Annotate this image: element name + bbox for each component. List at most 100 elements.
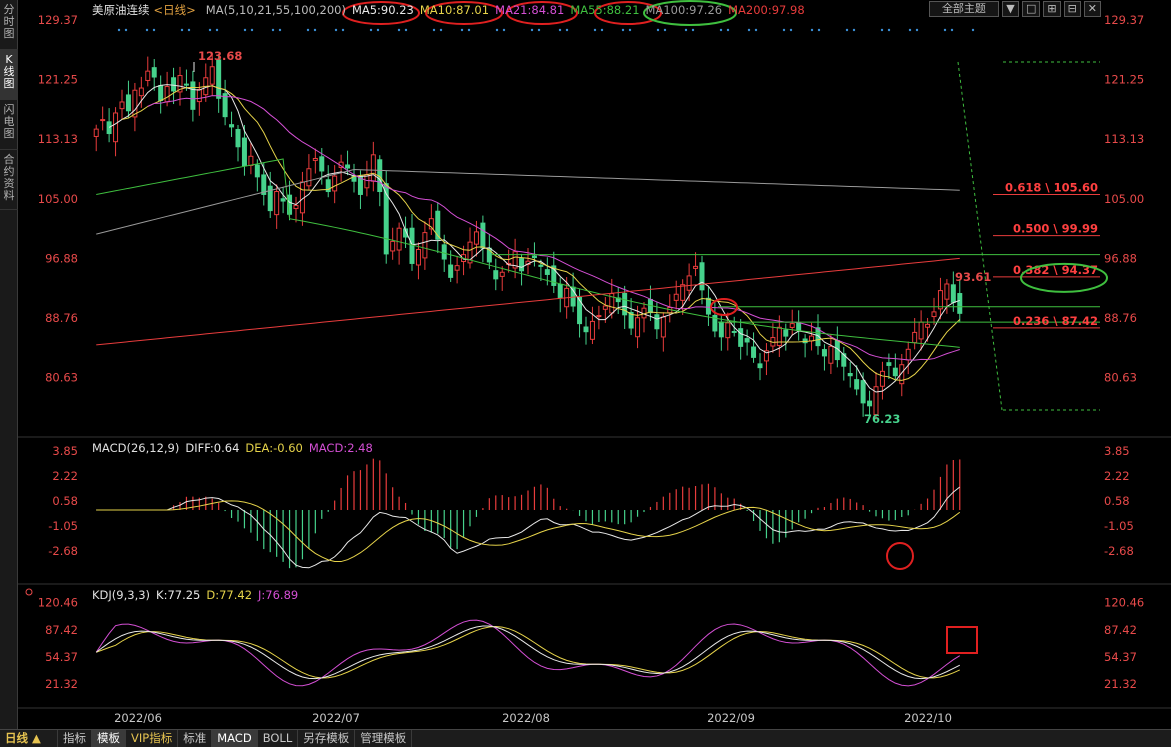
toolbar-button-2[interactable]: □	[1021, 1, 1041, 17]
marker-dot	[530, 28, 534, 32]
toolbar-button-5[interactable]: ✕	[1083, 1, 1101, 17]
date-label-4: 2022/10	[904, 711, 952, 725]
bottom-tab-7[interactable]: 管理模板	[355, 729, 413, 747]
candle-body	[332, 175, 338, 192]
candle-body	[196, 89, 202, 103]
marker-dot	[537, 28, 541, 32]
price-axis-right-5: 88.76	[1104, 311, 1137, 325]
fib-label-3: 0.236 \ 87.42	[1013, 314, 1098, 328]
side-tab-0[interactable]: 分 时 图	[0, 0, 18, 50]
marker-dot	[852, 28, 856, 32]
marker-dot	[439, 28, 443, 32]
marker-dot	[684, 28, 688, 32]
toolbar-button-3[interactable]: ⊞	[1043, 1, 1061, 17]
candle-body	[789, 323, 795, 328]
candle-body	[931, 311, 937, 318]
marker-dot	[887, 28, 891, 32]
bottom-tab-bar: 日线 ▲ 指标 模板 VIP指标 标准 MACD BOLL 另存模板 管理模板	[0, 729, 1171, 747]
marker-dot	[180, 28, 184, 32]
candle-body	[828, 345, 834, 364]
marker-dot	[404, 28, 408, 32]
marker-dot	[558, 28, 562, 32]
kdj-highlight-box	[946, 626, 978, 654]
candle-body	[280, 198, 286, 202]
bottom-tab-6[interactable]: 另存模板	[298, 729, 356, 747]
kdj-j: J:76.89	[258, 588, 299, 602]
marker-dot	[628, 28, 632, 32]
candle-body	[680, 284, 686, 301]
marker-dot	[971, 28, 975, 32]
period-selector[interactable]: 日线 ▲	[0, 729, 58, 747]
candle-body	[937, 290, 943, 310]
marker-dot	[621, 28, 625, 32]
candle-body	[686, 275, 692, 291]
candle-body	[274, 191, 280, 216]
marker-dot	[754, 28, 758, 32]
candle-body	[531, 255, 537, 259]
candle-body	[867, 400, 873, 407]
price-axis-right-3: 105.00	[1104, 192, 1144, 206]
bottom-tab-0[interactable]: 指标	[58, 729, 92, 747]
marker-dot	[915, 28, 919, 32]
candle-body	[693, 265, 699, 269]
price-axis-left-5: 88.76	[45, 311, 78, 325]
marker-dot	[467, 28, 471, 32]
marker-dot	[369, 28, 373, 32]
marker-dot	[334, 28, 338, 32]
candle-body	[918, 321, 924, 340]
bottom-tab-4[interactable]: MACD	[212, 729, 258, 747]
date-label-3: 2022/09	[707, 711, 755, 725]
candle-body	[113, 112, 119, 143]
price-axis-left-6: 80.63	[45, 371, 78, 385]
bottom-tab-2[interactable]: VIP指标	[126, 729, 179, 747]
marker-dot	[719, 28, 723, 32]
toolbar-button-4[interactable]: ⊟	[1063, 1, 1081, 17]
marker-dot	[656, 28, 660, 32]
candle-body	[892, 367, 898, 377]
candle-body	[396, 227, 402, 251]
ma10-line	[121, 85, 961, 381]
kdj-j-line	[95, 619, 961, 687]
candle-body	[699, 262, 705, 291]
price-axis-right-4: 96.88	[1104, 251, 1137, 265]
period-label: <日线>	[153, 3, 196, 17]
candle-body	[879, 370, 885, 387]
candle-body	[660, 316, 666, 338]
main-chart: 129.37 129.37 121.25 121.25 113.13 113.13 105.…	[18, 0, 1171, 725]
marker-dot	[341, 28, 345, 32]
bottom-tab-5[interactable]: BOLL	[258, 729, 299, 747]
marker-dot	[187, 28, 191, 32]
side-tab-2[interactable]: 闪 电 图	[0, 100, 18, 150]
price-axis-left-2: 113.13	[38, 132, 78, 146]
marker-dot	[495, 28, 499, 32]
candle-body	[216, 59, 222, 99]
toolbar-button-1[interactable]: ▼	[1001, 1, 1019, 17]
recent-high-label: 93.61	[955, 270, 991, 284]
macd-diff: DIFF:0.64	[185, 441, 240, 455]
candle-body	[448, 264, 454, 278]
kdj-header: KDJ(9,3,3) K:77.25 D:77.42 J:76.89	[92, 588, 298, 602]
candle-body	[171, 77, 177, 92]
symbol-title: 美原油连续	[92, 3, 150, 17]
candle-body	[776, 326, 782, 347]
marker-dot	[565, 28, 569, 32]
marker-dot	[460, 28, 464, 32]
candle-body	[944, 283, 950, 300]
candle-body	[538, 264, 544, 267]
kdj-axis-right-2: 54.37	[1104, 650, 1137, 664]
bottom-tab-3[interactable]: 标准	[178, 729, 213, 747]
side-tab-3[interactable]: 合 约 资 料	[0, 150, 18, 210]
macd-dea: DEA:-0.60	[245, 441, 303, 455]
candle-body	[422, 232, 428, 259]
macd-name: MACD(26,12,9)	[92, 441, 180, 455]
candle-body	[821, 349, 827, 357]
toolbar-button-0[interactable]: 全部主题	[928, 1, 999, 17]
candle-body	[473, 231, 479, 245]
fib-label-0: 0.618 \ 105.60	[1005, 180, 1098, 194]
bottom-tab-1[interactable]: 模板	[92, 729, 126, 747]
candle-body	[454, 265, 460, 271]
side-tab-1[interactable]: K 线 图	[0, 50, 18, 100]
candle-body	[705, 297, 711, 315]
candle-body	[241, 137, 247, 167]
candle-body	[802, 338, 808, 344]
